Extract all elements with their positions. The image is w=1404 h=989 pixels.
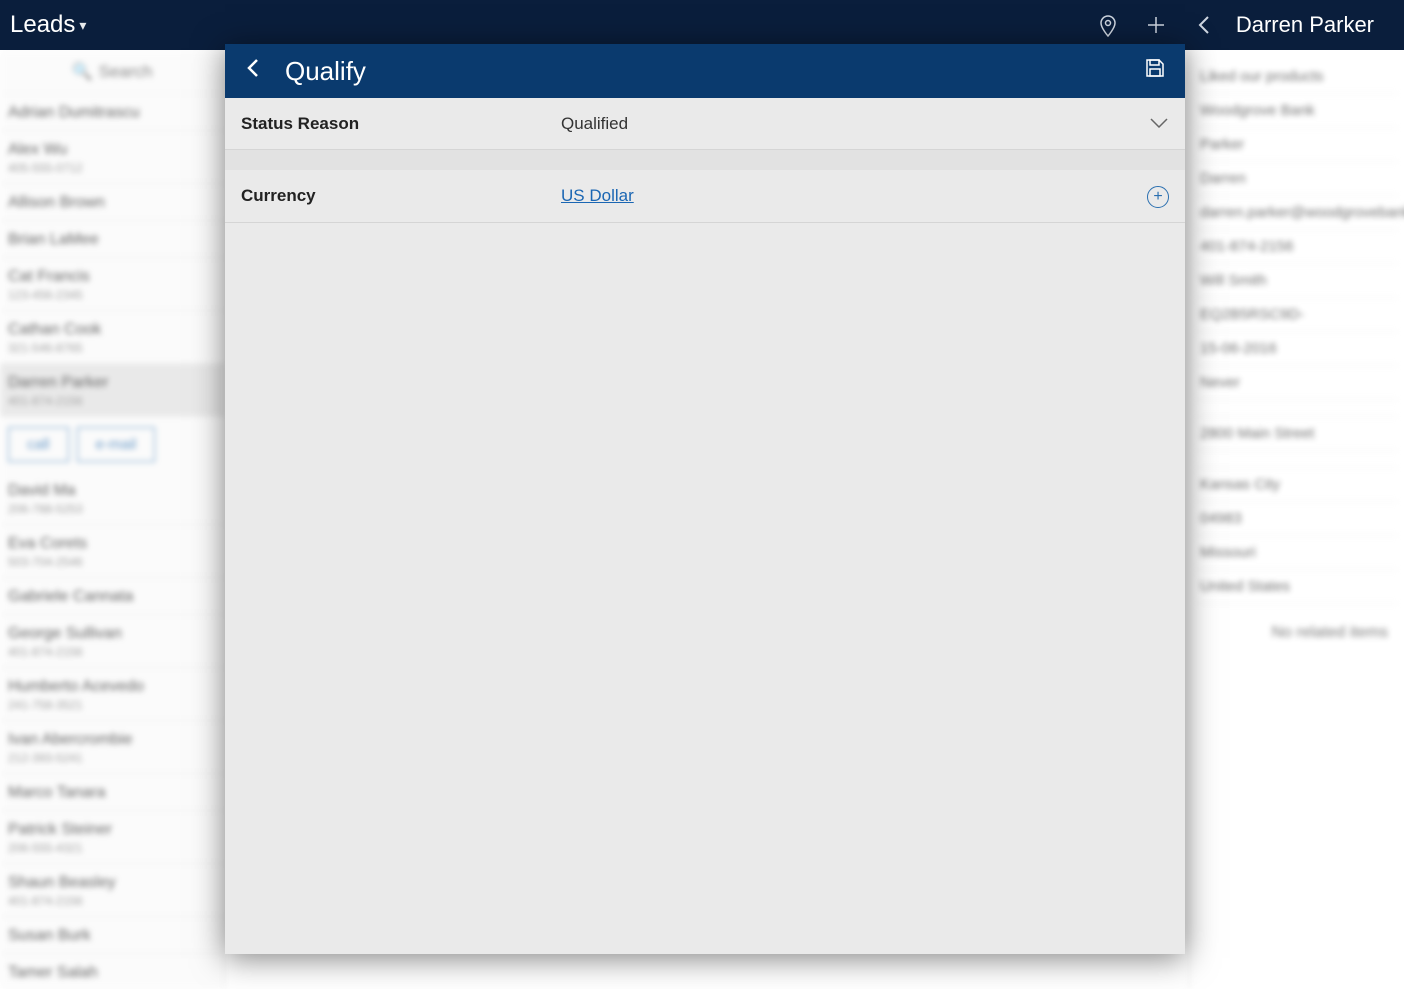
list-item[interactable]: David Ma206-788-5253: [0, 472, 224, 525]
detail-row: darren.parker@woodgrovebank: [1196, 196, 1398, 230]
qualify-modal: Qualify Status Reason Qualified Currency…: [225, 44, 1185, 954]
list-item[interactable]: Adrian Dumitrascu: [0, 94, 224, 131]
detail-row: 2800 Main Street: [1196, 417, 1398, 451]
entity-dropdown[interactable]: Leads ▾: [10, 11, 86, 39]
email-button[interactable]: e-mail: [77, 427, 156, 462]
add-currency-button[interactable]: +: [1141, 184, 1169, 208]
detail-row: Kansas City: [1196, 468, 1398, 502]
currency-field[interactable]: Currency US Dollar +: [225, 170, 1185, 223]
modal-header: Qualify: [225, 44, 1185, 98]
record-name: Darren Parker: [1236, 12, 1374, 38]
status-reason-field[interactable]: Status Reason Qualified: [225, 98, 1185, 150]
list-item[interactable]: Shaun Beasley401-874-2156: [0, 864, 224, 917]
list-item[interactable]: Allison Brown: [0, 184, 224, 221]
list-item[interactable]: Cat Francis123-456-2345: [0, 258, 224, 311]
leads-list-panel: 🔍 Search Adrian DumitrascuAlex Wu405-555…: [0, 50, 225, 989]
currency-value[interactable]: US Dollar: [561, 186, 1141, 206]
list-item[interactable]: Susan Burk: [0, 917, 224, 954]
list-item[interactable]: Eva Corets503-704-2546: [0, 525, 224, 578]
entity-title: Leads: [10, 11, 75, 39]
detail-row: 15-06-2016: [1196, 332, 1398, 366]
search-icon: 🔍: [71, 62, 92, 82]
list-item[interactable]: Brian LaMee: [0, 221, 224, 258]
call-button[interactable]: call: [8, 427, 69, 462]
detail-row: Darren: [1196, 162, 1398, 196]
add-icon[interactable]: [1132, 1, 1180, 49]
detail-row: 04983: [1196, 502, 1398, 536]
list-item[interactable]: Marco Tanara: [0, 774, 224, 811]
detail-row: Never: [1196, 366, 1398, 400]
currency-label: Currency: [241, 186, 561, 206]
list-item[interactable]: Tamer Salah: [0, 954, 224, 989]
save-button[interactable]: [1137, 57, 1173, 85]
search-placeholder: Search: [99, 62, 153, 82]
detail-row: Will Smith: [1196, 264, 1398, 298]
detail-row: Liked our products: [1196, 60, 1398, 94]
no-related-items: No related items: [1196, 624, 1398, 642]
detail-row: Parker: [1196, 128, 1398, 162]
modal-body: Status Reason Qualified Currency US Doll…: [225, 98, 1185, 954]
list-item[interactable]: Darren Parker401-874-2156: [0, 364, 224, 417]
app-header: Leads ▾ Darren Parker: [0, 0, 1404, 50]
status-reason-label: Status Reason: [241, 114, 561, 134]
detail-row: United States: [1196, 570, 1398, 604]
list-item[interactable]: George Sullivan401-874-2156: [0, 615, 224, 668]
list-item[interactable]: Patrick Steiner206-555-4321: [0, 811, 224, 864]
status-reason-value: Qualified: [561, 114, 1141, 134]
chevron-down-icon: [1141, 112, 1169, 135]
list-item[interactable]: Gabriele Cannata: [0, 578, 224, 615]
detail-row: Woodgrove Bank: [1196, 94, 1398, 128]
location-icon[interactable]: [1084, 1, 1132, 49]
detail-row: Missouri: [1196, 536, 1398, 570]
list-item[interactable]: Alex Wu405-555-0712: [0, 131, 224, 184]
back-chevron-icon[interactable]: [1180, 1, 1228, 49]
list-item[interactable]: Ivan Abercrombie212-393-5241: [0, 721, 224, 774]
chevron-down-icon: ▾: [79, 17, 86, 34]
right-panel: Liked our productsWoodgrove BankParkerDa…: [1189, 50, 1404, 989]
detail-row: [1196, 400, 1398, 417]
detail-row: EQ2B5RSC9D-: [1196, 298, 1398, 332]
detail-row: [1196, 451, 1398, 468]
list-item[interactable]: Humberto Acevedo241-758-3521: [0, 668, 224, 721]
modal-title: Qualify: [285, 56, 366, 87]
detail-row: 401-874-2156: [1196, 230, 1398, 264]
modal-back-button[interactable]: [237, 57, 269, 85]
action-row: calle-mail: [0, 417, 224, 472]
search-row[interactable]: 🔍 Search: [0, 50, 224, 94]
list-item[interactable]: Cathan Cook321-546-8765: [0, 311, 224, 364]
